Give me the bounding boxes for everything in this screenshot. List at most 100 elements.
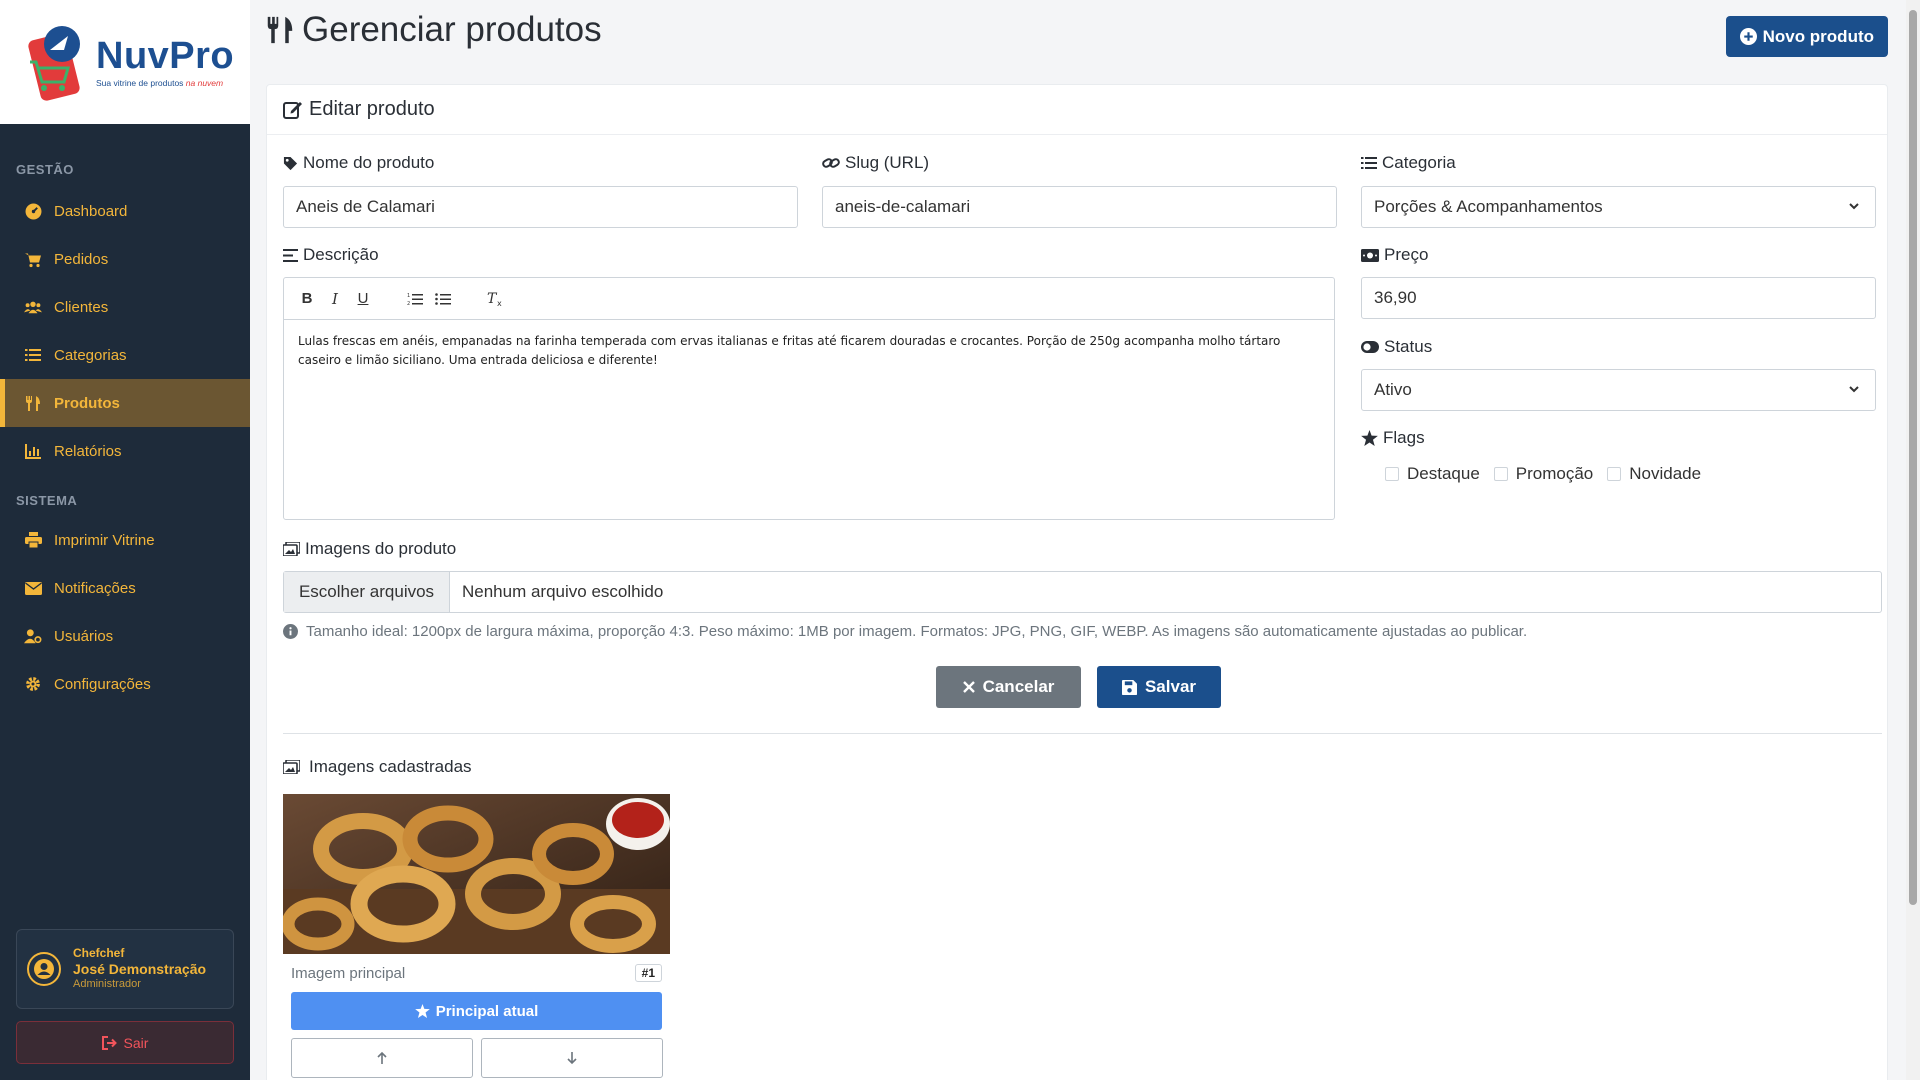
sidebar-item-label: Produtos	[54, 394, 120, 412]
underline-icon[interactable]: U	[354, 290, 372, 308]
sidebar-item-produtos[interactable]: Produtos	[0, 379, 250, 427]
logo[interactable]: NuvPro Sua vitrine de produtos na nuvem	[0, 0, 250, 124]
sidebar-item-label: Usuários	[54, 627, 114, 645]
description-label: Descrição	[283, 245, 379, 265]
move-buttons	[291, 1038, 670, 1078]
user-info: Chefchef José Demonstração Administrador	[73, 946, 206, 992]
close-icon	[962, 681, 975, 693]
svg-text:x: x	[497, 299, 502, 307]
price-label: Preço	[1361, 245, 1428, 265]
save-label: Salvar	[1144, 677, 1197, 696]
sidebar-item-label: Relatórios	[54, 442, 122, 460]
sidebar-item-usuarios[interactable]: Usuários	[0, 612, 250, 660]
utensils-icon	[267, 16, 293, 44]
description-text[interactable]: Lulas frescas em anéis, empanadas na far…	[284, 320, 1334, 382]
user-circle-icon	[34, 959, 54, 979]
edit-icon	[283, 102, 302, 119]
file-name-text: Nenhum arquivo escolhido	[462, 582, 664, 601]
svg-text:2: 2	[407, 301, 410, 306]
move-up-button[interactable]	[291, 1038, 473, 1078]
images-label: Imagens do produto	[283, 539, 456, 559]
move-down-button[interactable]	[481, 1038, 663, 1078]
sign-out-icon	[101, 1035, 117, 1050]
category-value: Porções & Acompanhamentos	[1374, 197, 1603, 216]
images-label-text: Imagens do produto	[305, 539, 457, 558]
sidebar-item-label: Pedidos	[54, 250, 109, 268]
tag-icon	[283, 156, 298, 170]
card-title: Editar produto	[309, 98, 435, 120]
bold-icon[interactable]: B	[298, 290, 316, 308]
scrollbar[interactable]	[1906, 0, 1920, 1080]
plus-circle-icon	[1739, 28, 1757, 45]
flags-group: Destaque Promoção Novidade	[1385, 464, 1701, 484]
sidebar-item-relatorios[interactable]: Relatórios	[0, 427, 250, 475]
sidebar-item-notificacoes[interactable]: Notificações	[0, 564, 250, 612]
brand-name: NuvPro	[96, 34, 235, 77]
principal-label: Principal atual	[435, 1002, 539, 1020]
file-input[interactable]: Escolher arquivos Nenhum arquivo escolhi…	[283, 571, 1882, 613]
description-label-text: Descrição	[303, 245, 379, 264]
sidebar-item-label: Notificações	[54, 579, 136, 597]
destaque-label[interactable]: Destaque	[1407, 464, 1480, 484]
nav-section-gestao: GESTÃO	[16, 162, 74, 177]
card-header: Editar produto	[267, 85, 1887, 135]
images-hint-text: Tamanho ideal: 1200px de largura máxima,…	[306, 623, 1528, 640]
sidebar-item-categorias[interactable]: Categorias	[0, 331, 250, 379]
ordered-list-icon[interactable]: 12	[406, 290, 424, 308]
nav-section-sistema: SISTEMA	[16, 493, 78, 508]
new-product-label: Novo produto	[1762, 26, 1874, 46]
description-editor[interactable]: B I U 12 Tx Lulas frescas em anéis, empa…	[283, 277, 1335, 520]
promocao-label[interactable]: Promoção	[1516, 464, 1593, 484]
new-product-button[interactable]: Novo produto	[1725, 16, 1888, 57]
product-name-input[interactable]: Aneis de Calamari	[283, 186, 798, 228]
promocao-checkbox[interactable]	[1493, 467, 1508, 481]
arrow-up-icon	[377, 1051, 387, 1064]
scrollbar-thumb[interactable]	[1909, 10, 1917, 905]
utensils-icon	[24, 394, 42, 412]
sidebar-item-imprimir-vitrine[interactable]: Imprimir Vitrine	[0, 516, 250, 564]
status-label: Status	[1361, 337, 1432, 357]
novidade-checkbox[interactable]	[1607, 467, 1622, 481]
svg-text:1: 1	[407, 293, 410, 299]
clear-format-icon[interactable]: Tx	[486, 290, 504, 308]
star-icon	[1361, 430, 1378, 446]
category-select[interactable]: Porções & Acompanhamentos	[1361, 186, 1876, 228]
name-label-text: Nome do produto	[303, 153, 435, 172]
money-bill-icon	[1361, 248, 1379, 262]
destaque-checkbox[interactable]	[1385, 467, 1399, 481]
product-photo[interactable]	[283, 794, 670, 954]
choose-files-button[interactable]: Escolher arquivos	[284, 572, 450, 612]
sidebar-item-configuracoes[interactable]: Configurações	[0, 660, 250, 708]
chevron-down-icon	[1849, 203, 1859, 210]
slug-label: Slug (URL)	[822, 153, 929, 173]
category-label: Categoria	[1361, 153, 1456, 173]
page-title: Gerenciar produtos	[302, 10, 602, 49]
images-icon	[283, 760, 300, 774]
sidebar-item-clientes[interactable]: Clientes	[0, 283, 250, 331]
logo-mark-icon	[28, 26, 80, 101]
sidebar-item-dashboard[interactable]: Dashboard	[0, 187, 250, 235]
sidebar-item-pedidos[interactable]: Pedidos	[0, 235, 250, 283]
user-company: Chefchef	[73, 945, 125, 960]
edit-product-card: Editar produto Nome do produto Aneis de …	[266, 84, 1888, 1080]
price-input[interactable]: 36,90	[1361, 277, 1876, 319]
divider	[283, 733, 1882, 734]
save-button[interactable]: Salvar	[1097, 666, 1221, 708]
user-card: Chefchef José Demonstração Administrador	[16, 929, 234, 1009]
cancel-button[interactable]: Cancelar	[936, 666, 1081, 708]
slug-label-text: Slug (URL)	[845, 153, 930, 172]
slug-input[interactable]: aneis-de-calamari	[822, 186, 1337, 228]
align-left-icon	[283, 248, 298, 262]
principal-button[interactable]: Principal atual	[291, 992, 662, 1030]
price-label-text: Preço	[1384, 245, 1429, 264]
main-content: Gerenciar produtos Novo produto Editar p…	[250, 0, 1906, 1080]
bullet-list-icon[interactable]	[434, 290, 452, 308]
novidade-label[interactable]: Novidade	[1629, 464, 1701, 484]
logout-button[interactable]: Sair	[16, 1021, 234, 1064]
list-icon	[24, 346, 42, 364]
flags-label-text: Flags	[1383, 428, 1425, 447]
brand-tagline: Sua vitrine de produtos na nuvem	[96, 78, 234, 88]
toggle-icon	[1361, 341, 1379, 353]
status-select[interactable]: Ativo	[1361, 369, 1876, 411]
italic-icon[interactable]: I	[326, 290, 344, 308]
